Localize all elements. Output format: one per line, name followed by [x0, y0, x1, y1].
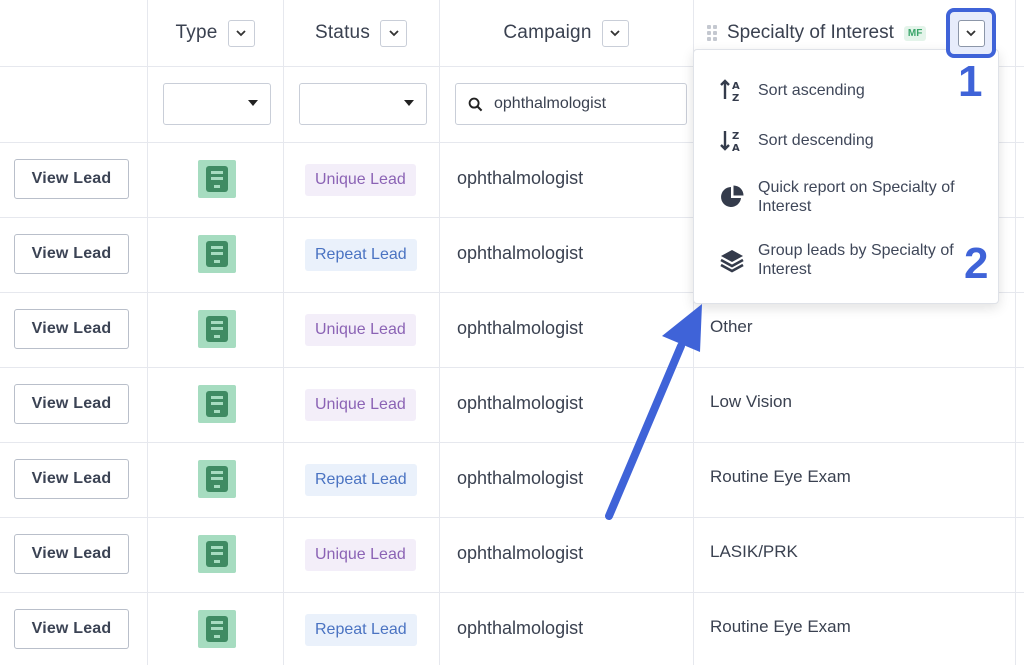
- specialty-cell: Routine Eye Exam: [710, 617, 851, 636]
- type-filter-select[interactable]: [163, 83, 271, 125]
- svg-text:Z: Z: [732, 131, 739, 142]
- column-header-label: Type: [175, 22, 218, 43]
- lead-type-form-icon: [198, 460, 236, 498]
- specialty-cell: LASIK/PRK: [710, 542, 798, 561]
- column-header-campaign: Campaign: [439, 0, 693, 66]
- sort-descending-icon: ZA: [718, 126, 746, 154]
- search-icon: [468, 97, 483, 111]
- campaign-cell: ophthalmologist: [457, 168, 584, 188]
- status-filter-select[interactable]: [299, 83, 427, 125]
- table-row: View Lead Repeat Lead ophthalmologist Routi…: [0, 442, 1024, 517]
- type-column-menu-button[interactable]: [227, 19, 255, 47]
- lead-type-form-icon: [198, 385, 236, 423]
- table-row: View Lead Unique Lead ophthalmologist LASIK…: [0, 517, 1024, 592]
- status-badge: Repeat Lead: [305, 614, 417, 646]
- menu-item-sort-descending[interactable]: ZA Sort descending: [694, 126, 1000, 154]
- view-lead-button[interactable]: View Lead: [14, 309, 129, 349]
- campaign-cell: ophthalmologist: [457, 318, 584, 338]
- status-badge: Unique Lead: [305, 389, 416, 421]
- chevron-down-icon: [236, 30, 246, 37]
- menu-item-label: Group leads by Specialty of Interest: [758, 242, 954, 278]
- table-row: View Lead Repeat Lead ophthalmologist Routi…: [0, 592, 1024, 665]
- lead-type-form-icon: [198, 610, 236, 648]
- specialty-cell: Other: [710, 317, 753, 336]
- specialty-cell: Routine Eye Exam: [710, 467, 851, 486]
- menu-item-sort-ascending[interactable]: AZ Sort ascending: [694, 76, 1000, 104]
- menu-item-label: Sort ascending: [758, 81, 865, 99]
- campaign-column-menu-button[interactable]: [601, 19, 629, 47]
- column-header-type: Type: [147, 0, 283, 66]
- view-lead-button[interactable]: View Lead: [14, 459, 129, 499]
- campaign-cell: ophthalmologist: [457, 543, 584, 563]
- status-badge: Repeat Lead: [305, 239, 417, 271]
- view-lead-button[interactable]: View Lead: [14, 609, 129, 649]
- campaign-filter-value: ophthalmologist: [494, 95, 607, 112]
- layers-icon: [718, 246, 746, 274]
- lead-type-form-icon: [198, 310, 236, 348]
- column-header-status: Status: [283, 0, 439, 66]
- drag-handle-icon[interactable]: [707, 25, 717, 41]
- lead-type-form-icon: [198, 235, 236, 273]
- menu-item-group-leads[interactable]: Group leads by Specialty of Interest: [694, 240, 1000, 280]
- column-context-menu: AZ Sort ascending ZA Sort descending Qui…: [693, 49, 999, 304]
- campaign-cell: ophthalmologist: [457, 243, 584, 263]
- campaign-cell: ophthalmologist: [457, 468, 584, 488]
- svg-text:A: A: [732, 81, 740, 92]
- chevron-down-icon: [610, 30, 620, 37]
- status-badge: Unique Lead: [305, 164, 416, 196]
- svg-text:A: A: [732, 143, 740, 154]
- column-badge: MF: [903, 25, 927, 41]
- caret-down-icon: [404, 100, 414, 106]
- chevron-down-icon: [388, 30, 399, 37]
- menu-item-label: Quick report on Specialty of Interest: [758, 179, 955, 215]
- campaign-cell: ophthalmologist: [457, 618, 584, 638]
- view-lead-button[interactable]: View Lead: [14, 384, 129, 424]
- status-badge: Unique Lead: [305, 314, 416, 346]
- status-column-menu-button[interactable]: [380, 19, 408, 47]
- menu-item-quick-report[interactable]: Quick report on Specialty of Interest: [694, 177, 1000, 217]
- campaign-cell: ophthalmologist: [457, 393, 584, 413]
- campaign-filter-input[interactable]: ophthalmologist: [455, 83, 687, 125]
- menu-item-label: Sort descending: [758, 131, 874, 149]
- column-header-label: Status: [314, 22, 371, 43]
- table-row: View Lead Unique Lead ophthalmologist Low V…: [0, 367, 1024, 442]
- highlight-column-menu-button: [946, 8, 996, 58]
- step-number-1: 1: [958, 57, 983, 106]
- view-lead-button[interactable]: View Lead: [14, 234, 129, 274]
- chevron-down-icon: [966, 30, 976, 37]
- sort-ascending-icon: AZ: [718, 76, 746, 104]
- caret-down-icon: [248, 100, 258, 106]
- specialty-column-menu-button[interactable]: [957, 19, 985, 47]
- pie-chart-icon: [718, 183, 746, 211]
- column-header-label: Specialty of Interest: [727, 22, 894, 43]
- status-badge: Repeat Lead: [305, 464, 417, 496]
- view-lead-button[interactable]: View Lead: [14, 159, 129, 199]
- column-header-label: Campaign: [503, 22, 592, 43]
- lead-type-form-icon: [198, 160, 236, 198]
- specialty-cell: Low Vision: [710, 392, 792, 411]
- status-badge: Unique Lead: [305, 539, 416, 571]
- view-lead-button[interactable]: View Lead: [14, 534, 129, 574]
- svg-text:Z: Z: [732, 93, 739, 104]
- lead-type-form-icon: [198, 535, 236, 573]
- step-number-2: 2: [964, 239, 989, 288]
